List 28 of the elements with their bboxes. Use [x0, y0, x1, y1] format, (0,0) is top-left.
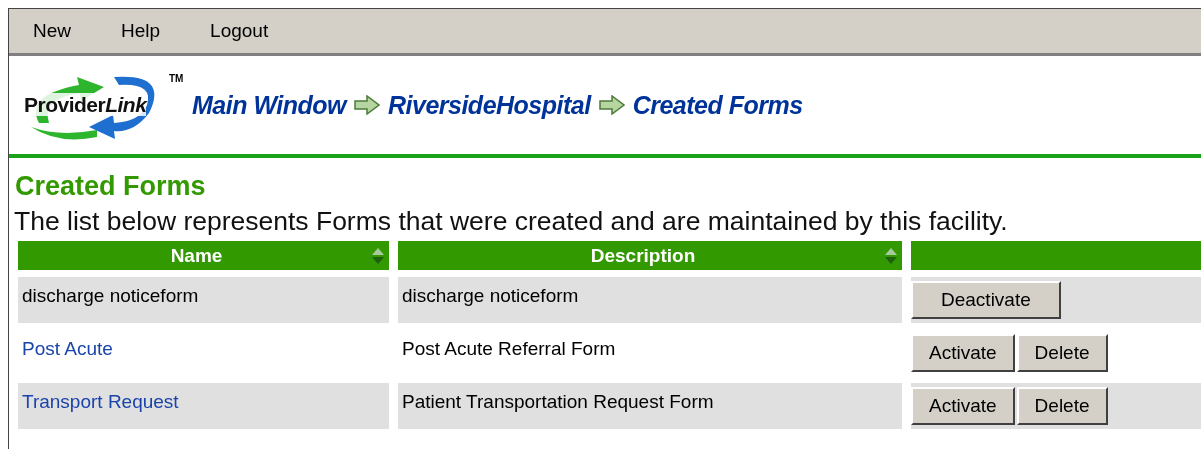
action-button[interactable]: Activate: [911, 387, 1015, 426]
action-button[interactable]: Activate: [911, 334, 1015, 373]
breadcrumb-link[interactable]: Main Window: [192, 90, 346, 120]
breadcrumb-link[interactable]: RiversideHospital: [388, 90, 591, 120]
trademark-mark: TM: [169, 73, 184, 84]
sort-icon[interactable]: [371, 247, 385, 266]
column-header[interactable]: Description: [398, 241, 902, 271]
form-link[interactable]: Post Acute: [22, 338, 113, 361]
arrow-icon: [598, 95, 625, 115]
arrow-icon: [354, 95, 380, 115]
table-cell: Patient Transportation Request Form: [402, 391, 714, 414]
page-title: Created Forms: [15, 172, 207, 202]
menu-item[interactable]: New: [33, 20, 71, 42]
menu-item[interactable]: Help: [121, 20, 161, 42]
action-button[interactable]: Delete: [1016, 334, 1108, 373]
table-cell: Post Acute Referral Form: [402, 338, 616, 361]
column-header[interactable]: Name: [18, 241, 389, 271]
action-button[interactable]: Delete: [1016, 387, 1108, 426]
sort-icon[interactable]: [884, 247, 898, 266]
breadcrumb-link[interactable]: Created Forms: [632, 90, 803, 120]
header-label: Name: [170, 245, 223, 267]
header-label: Description: [590, 245, 696, 267]
menu-item[interactable]: Logout: [210, 20, 269, 42]
intro-text: The list below represents Forms that were created and are maintained by this facility.: [14, 205, 1009, 238]
action-button[interactable]: Deactivate: [911, 281, 1061, 320]
logo-text: ProviderLink: [24, 93, 147, 117]
table-cell: discharge noticeform: [22, 285, 199, 308]
table-cell: discharge noticeform: [402, 285, 579, 308]
